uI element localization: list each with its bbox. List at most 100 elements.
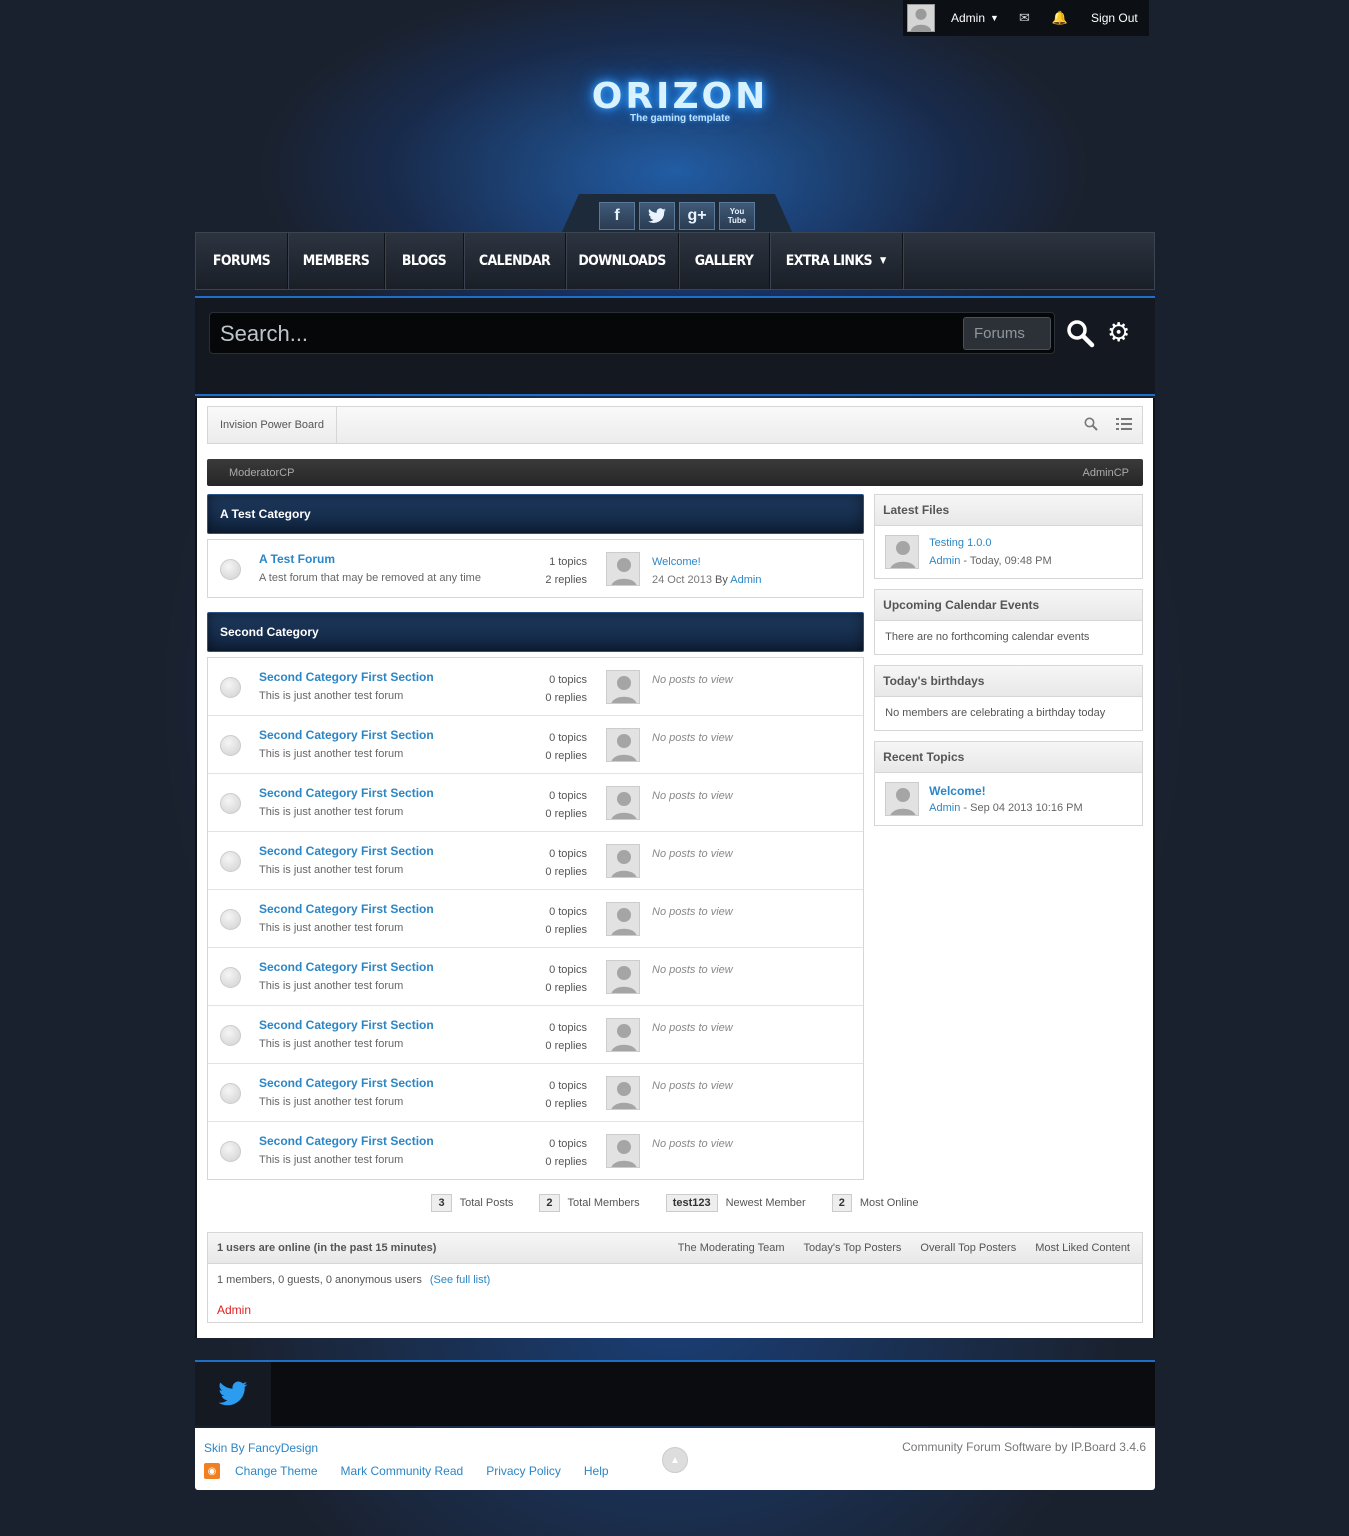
mod-bar: ModeratorCP AdminCP bbox=[207, 459, 1143, 486]
forum-title[interactable]: Second Category First Section bbox=[259, 728, 434, 742]
last-post-title[interactable]: Welcome! bbox=[652, 553, 761, 571]
file-title[interactable]: Testing 1.0.0 bbox=[929, 537, 1052, 549]
back-to-top-icon[interactable]: ▲ bbox=[662, 1447, 688, 1473]
overall-top-posters-link[interactable]: Overall Top Posters bbox=[920, 1242, 1016, 1254]
most-liked-content-link[interactable]: Most Liked Content bbox=[1035, 1242, 1130, 1254]
youtube-icon[interactable]: You Tube bbox=[719, 202, 755, 230]
google-plus-icon[interactable]: g+ bbox=[679, 202, 715, 230]
forum-title[interactable]: A Test Forum bbox=[259, 552, 335, 566]
gear-icon[interactable]: ⚙ bbox=[1107, 318, 1135, 348]
nav-downloads-label: DOWNLOADS bbox=[578, 253, 666, 269]
moderator-cp-link[interactable]: ModeratorCP bbox=[229, 467, 294, 479]
category-header[interactable]: A Test Category bbox=[207, 494, 865, 534]
rss-icon[interactable]: ◉ bbox=[204, 1463, 220, 1479]
file-date: - Today, 09:48 PM bbox=[960, 555, 1052, 567]
nav-gallery[interactable]: GALLERY bbox=[679, 233, 770, 289]
forum-title[interactable]: Second Category First Section bbox=[259, 1134, 434, 1148]
twitter-icon[interactable] bbox=[639, 202, 675, 230]
nav-gallery-label: GALLERY bbox=[694, 253, 754, 269]
search-bar: Search... Forums ⚙ bbox=[195, 296, 1155, 396]
bell-icon[interactable]: 🔔 bbox=[1052, 10, 1068, 26]
last-post-date: 24 Oct 2013 bbox=[652, 574, 712, 586]
avatar[interactable] bbox=[606, 552, 640, 586]
user-avatar[interactable] bbox=[907, 4, 935, 32]
last-post-author[interactable]: Admin bbox=[730, 574, 761, 586]
last-post-info: Welcome! 24 Oct 2013 By Admin bbox=[652, 553, 761, 589]
forum-title[interactable]: Second Category First Section bbox=[259, 786, 434, 800]
nav-extra-links[interactable]: EXTRA LINKS ▼ bbox=[770, 233, 903, 289]
topic-author[interactable]: Admin bbox=[929, 802, 960, 814]
forum-status-icon bbox=[220, 793, 241, 814]
stat-label: Total Posts bbox=[459, 1197, 514, 1209]
forum-title[interactable]: Second Category First Section bbox=[259, 1076, 434, 1090]
forum-row: Second Category First Section This is jus… bbox=[208, 831, 864, 889]
forum-status-icon bbox=[220, 1141, 241, 1162]
topic-title[interactable]: Welcome! bbox=[929, 784, 1083, 798]
search-input[interactable]: Search... bbox=[209, 312, 1055, 354]
forum-status-icon bbox=[220, 1083, 241, 1104]
recent-topics-widget: Recent Topics Welcome! Admin - Sep 04 20… bbox=[874, 741, 1143, 826]
calendar-widget: Upcoming Calendar Events There are no fo… bbox=[874, 589, 1143, 655]
moderating-team-link[interactable]: The Moderating Team bbox=[678, 1242, 785, 1254]
sign-out-link[interactable]: Sign Out bbox=[1091, 11, 1138, 25]
file-author[interactable]: Admin bbox=[929, 555, 960, 567]
nav-forums[interactable]: FORUMS bbox=[196, 233, 288, 289]
mark-read-link[interactable]: Mark Community Read bbox=[341, 1464, 464, 1478]
breadcrumb-root[interactable]: Invision Power Board bbox=[208, 407, 337, 443]
stat-value[interactable]: test123 bbox=[665, 1194, 718, 1212]
footer: Skin By FancyDesign ◉ Change Theme Mark … bbox=[195, 1428, 1155, 1490]
help-link[interactable]: Help bbox=[584, 1464, 609, 1478]
forum-title[interactable]: Second Category First Section bbox=[259, 902, 434, 916]
nav-members[interactable]: MEMBERS bbox=[288, 233, 385, 289]
reply-count: 0 replies bbox=[545, 866, 587, 878]
widget-title: Today's birthdays bbox=[875, 666, 1142, 697]
topic-count: 0 topics bbox=[549, 1022, 587, 1034]
search-icon[interactable] bbox=[1084, 417, 1098, 434]
category-header[interactable]: Second Category bbox=[207, 612, 865, 652]
forum-title[interactable]: Second Category First Section bbox=[259, 844, 434, 858]
see-full-list-link[interactable]: (See full list) bbox=[430, 1274, 491, 1286]
list-icon[interactable] bbox=[1116, 417, 1132, 434]
no-posts-text: No posts to view bbox=[652, 906, 733, 918]
nav-downloads[interactable]: DOWNLOADS bbox=[566, 233, 679, 289]
birthdays-empty-text: No members are celebrating a birthday to… bbox=[885, 707, 1106, 719]
forum-stats: 1 topics 2 replies bbox=[508, 553, 587, 589]
forum-description: This is just another test forum bbox=[259, 690, 404, 702]
todays-top-posters-link[interactable]: Today's Top Posters bbox=[804, 1242, 902, 1254]
logo-word: ORIZON bbox=[591, 76, 769, 117]
admin-cp-link[interactable]: AdminCP bbox=[1083, 467, 1129, 479]
change-theme-link[interactable]: Change Theme bbox=[235, 1464, 318, 1478]
skin-credit-link[interactable]: Skin By FancyDesign bbox=[204, 1441, 318, 1455]
nav-calendar[interactable]: CALENDAR bbox=[464, 233, 566, 289]
chevron-down-icon[interactable]: ▼ bbox=[990, 13, 999, 23]
avatar[interactable] bbox=[885, 535, 920, 569]
forum-stats: 0 topics 0 replies bbox=[508, 1077, 587, 1113]
avatar bbox=[606, 1134, 640, 1168]
avatar[interactable] bbox=[885, 782, 920, 816]
powered-by-link[interactable]: Community Forum Software by IP.Board 3.4… bbox=[902, 1440, 1146, 1454]
youtube-icon-label: You Tube bbox=[727, 207, 747, 225]
nav-calendar-label: CALENDAR bbox=[478, 253, 551, 269]
user-menu-name[interactable]: Admin bbox=[951, 11, 985, 25]
last-post-info: No posts to view bbox=[652, 1019, 733, 1037]
forum-title[interactable]: Second Category First Section bbox=[259, 960, 434, 974]
site-logo[interactable]: ORIZON The gaming template bbox=[580, 76, 780, 124]
facebook-icon[interactable]: f bbox=[599, 202, 635, 230]
social-links: f g+ You Tube bbox=[561, 194, 793, 234]
last-post-info: No posts to view bbox=[652, 1077, 733, 1095]
forum-title[interactable]: Second Category First Section bbox=[259, 670, 434, 684]
mail-icon[interactable]: ✉ bbox=[1019, 10, 1030, 26]
search-icon[interactable] bbox=[1065, 318, 1095, 348]
board-stats: 3 Total Posts 2 Total Members test123 Newes… bbox=[207, 1194, 1143, 1212]
online-user[interactable]: Admin bbox=[217, 1303, 251, 1317]
forum-description: This is just another test forum bbox=[259, 1154, 404, 1166]
privacy-policy-link[interactable]: Privacy Policy bbox=[486, 1464, 561, 1478]
forum-title[interactable]: Second Category First Section bbox=[259, 1018, 434, 1032]
twitter-icon[interactable] bbox=[195, 1362, 271, 1426]
topic-count: 0 topics bbox=[549, 964, 587, 976]
topic-count: 0 topics bbox=[549, 790, 587, 802]
main-content: Invision Power Board ModeratorCP AdminCP… bbox=[195, 398, 1155, 1338]
topic-count: 0 topics bbox=[549, 732, 587, 744]
search-scope-select[interactable]: Forums bbox=[963, 317, 1051, 350]
nav-blogs[interactable]: BLOGS bbox=[385, 233, 464, 289]
